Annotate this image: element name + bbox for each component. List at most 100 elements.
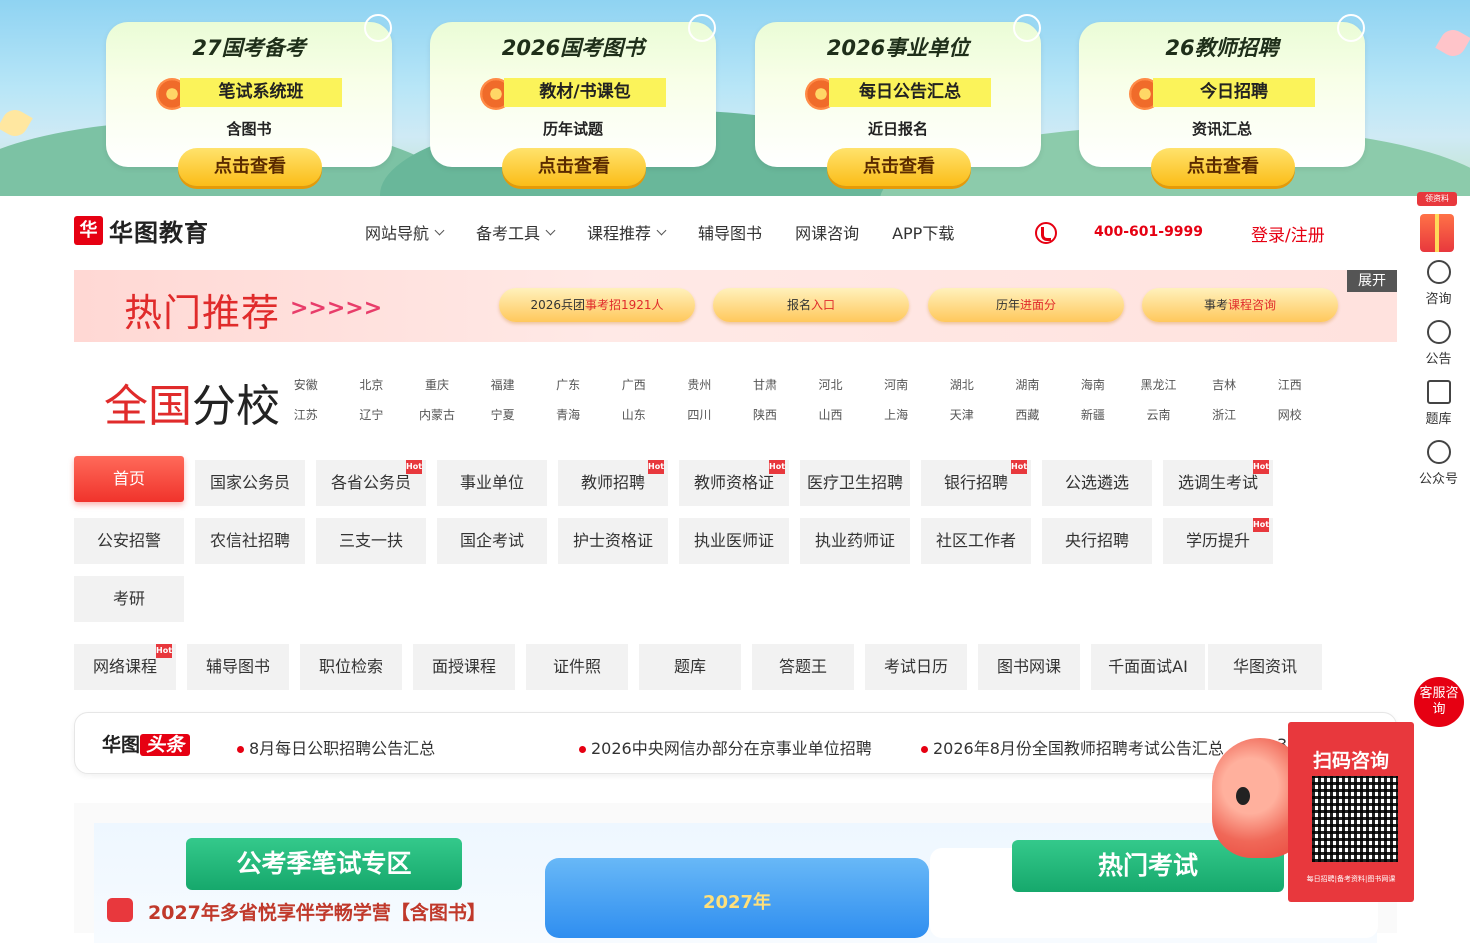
city-link[interactable]: 黑龙江 <box>1126 376 1192 393</box>
city-link[interactable]: 广西 <box>601 376 667 393</box>
sidebar-notice[interactable]: 公告 <box>1407 320 1470 367</box>
nav-books[interactable]: 辅导图书 <box>698 220 762 244</box>
city-link[interactable]: 江苏 <box>273 406 339 423</box>
city-link[interactable]: 江西 <box>1257 376 1323 393</box>
category-tab[interactable]: 首页 <box>74 456 184 502</box>
hot-link-register[interactable]: 报名入口 <box>713 288 909 322</box>
category-tab[interactable]: 教师招聘 Hot <box>558 460 668 506</box>
nav-app-download[interactable]: APP下载 <box>892 220 954 244</box>
city-link[interactable]: 网校 <box>1257 406 1323 423</box>
tool-link[interactable]: 网络课程 Hot <box>74 644 176 690</box>
expand-button[interactable]: 展开 <box>1347 270 1397 292</box>
promo-card[interactable]: 27国考备考 笔试系统班 含图书 点击查看 <box>106 14 392 186</box>
login-register-link[interactable]: 登录/注册 <box>1251 221 1325 246</box>
headline-item[interactable]: 2026年8月份全国教师招聘考试公告汇总 <box>921 735 1224 759</box>
city-link[interactable]: 辽宁 <box>339 406 405 423</box>
sidebar-wechat[interactable]: 公众号 <box>1407 440 1470 487</box>
city-link[interactable]: 重庆 <box>404 376 470 393</box>
city-link[interactable]: 陕西 <box>732 406 798 423</box>
city-link[interactable]: 青海 <box>535 406 601 423</box>
tool-link[interactable]: 答题王 <box>752 644 854 690</box>
city-link[interactable]: 安徽 <box>273 376 339 393</box>
tool-link[interactable]: 面授课程 <box>413 644 515 690</box>
promo-card[interactable]: 2026事业单位 每日公告汇总 近日报名 点击查看 <box>755 14 1041 186</box>
city-link[interactable]: 宁夏 <box>470 406 536 423</box>
city-link[interactable]: 西藏 <box>995 406 1061 423</box>
city-link[interactable]: 云南 <box>1126 406 1192 423</box>
city-link[interactable]: 山西 <box>798 406 864 423</box>
category-tab[interactable]: 公选遴选 <box>1042 460 1152 506</box>
category-tab[interactable]: 教师资格证 Hot <box>679 460 789 506</box>
nav-exam-tools[interactable]: 备考工具 <box>476 220 556 244</box>
city-link[interactable]: 甘肃 <box>732 376 798 393</box>
category-tab[interactable]: 考研 <box>74 576 184 622</box>
tool-link[interactable]: 考试日历 <box>865 644 967 690</box>
category-tab[interactable]: 三支一扶 <box>316 518 426 564</box>
promo-card[interactable]: 2026国考图书 教材/书课包 历年试题 点击查看 <box>430 14 716 186</box>
city-link[interactable]: 北京 <box>339 376 405 393</box>
city-link[interactable]: 山东 <box>601 406 667 423</box>
tool-link[interactable]: 华图资讯 <box>1208 644 1322 690</box>
city-link[interactable]: 广东 <box>535 376 601 393</box>
city-link[interactable]: 福建 <box>470 376 536 393</box>
category-label: 考研 <box>112 589 145 608</box>
city-link[interactable]: 四川 <box>667 406 733 423</box>
view-button[interactable]: 点击查看 <box>178 148 322 186</box>
tool-link[interactable]: 千面面试AI <box>1091 644 1205 690</box>
city-link[interactable]: 上海 <box>863 406 929 423</box>
view-button[interactable]: 点击查看 <box>1151 148 1295 186</box>
headline-item[interactable]: 8月每日公职招聘公告汇总 <box>237 735 435 759</box>
category-tab[interactable]: 农信社招聘 <box>195 518 305 564</box>
category-tab[interactable]: 国企考试 <box>437 518 547 564</box>
customer-service-button[interactable]: 客服咨询 <box>1414 677 1464 727</box>
city-link[interactable]: 新疆 <box>1060 406 1126 423</box>
gift-icon[interactable] <box>1420 214 1454 252</box>
nav-label: 课程推荐 <box>587 224 652 243</box>
category-tab[interactable]: 各省公务员 Hot <box>316 460 426 506</box>
tool-link[interactable]: 题库 <box>639 644 741 690</box>
city-link[interactable]: 贵州 <box>667 376 733 393</box>
hot-link-bingtuan[interactable]: 2026兵团事考招1921人 <box>499 288 695 322</box>
category-tab[interactable]: 银行招聘 Hot <box>921 460 1031 506</box>
site-logo[interactable]: 华 华图教育 <box>74 215 209 247</box>
hot-link-course-consult[interactable]: 事考课程咨询 <box>1142 288 1338 322</box>
hot-link-scores[interactable]: 历年进面分 <box>928 288 1124 322</box>
category-tab[interactable]: 学历提升 Hot <box>1163 518 1273 564</box>
city-link[interactable]: 河北 <box>798 376 864 393</box>
petal-decoration <box>0 105 33 141</box>
headline-item[interactable]: 2026中央网信办部分在京事业单位招聘 <box>579 735 872 759</box>
course-link[interactable]: 2027年多省悦享伴学畅学营【含图书】 <box>148 898 486 925</box>
city-link[interactable]: 河南 <box>863 376 929 393</box>
category-tab[interactable]: 社区工作者 <box>921 518 1031 564</box>
category-tab[interactable]: 央行招聘 <box>1042 518 1152 564</box>
view-button[interactable]: 点击查看 <box>502 148 646 186</box>
tool-link[interactable]: 职位检索 <box>300 644 402 690</box>
city-link[interactable]: 湖北 <box>929 376 995 393</box>
category-tab[interactable]: 事业单位 <box>437 460 547 506</box>
category-tab[interactable]: 护士资格证 <box>558 518 668 564</box>
promo-banner-2027[interactable]: 2027年 <box>545 858 929 938</box>
tool-link[interactable]: 图书网课 <box>978 644 1080 690</box>
city-link[interactable]: 吉林 <box>1191 376 1257 393</box>
sidebar-consult[interactable]: 咨询 <box>1407 260 1470 307</box>
city-link[interactable]: 天津 <box>929 406 995 423</box>
tool-link[interactable]: 辅导图书 <box>187 644 289 690</box>
category-tab[interactable]: 选调生考试 Hot <box>1163 460 1273 506</box>
category-tab[interactable]: 执业药师证 <box>800 518 910 564</box>
nav-online-consult[interactable]: 网课咨询 <box>795 220 859 244</box>
view-button[interactable]: 点击查看 <box>827 148 971 186</box>
promo-card[interactable]: 26教师招聘 今日招聘 资讯汇总 点击查看 <box>1079 14 1365 186</box>
category-tab[interactable]: 国家公务员 <box>195 460 305 506</box>
city-link[interactable]: 湖南 <box>995 376 1061 393</box>
city-link[interactable]: 内蒙古 <box>404 406 470 423</box>
hotline-number[interactable]: 400-601-9999 <box>1094 224 1203 240</box>
category-tab[interactable]: 医疗卫生招聘 <box>800 460 910 506</box>
category-tab[interactable]: 执业医师证 <box>679 518 789 564</box>
sidebar-question-bank[interactable]: 题库 <box>1407 380 1470 427</box>
nav-course-recommend[interactable]: 课程推荐 <box>587 220 667 244</box>
tool-link[interactable]: 证件照 <box>526 644 628 690</box>
city-link[interactable]: 海南 <box>1060 376 1126 393</box>
category-tab[interactable]: 公安招警 <box>74 518 184 564</box>
city-link[interactable]: 浙江 <box>1191 406 1257 423</box>
nav-site-guide[interactable]: 网站导航 <box>365 220 445 244</box>
